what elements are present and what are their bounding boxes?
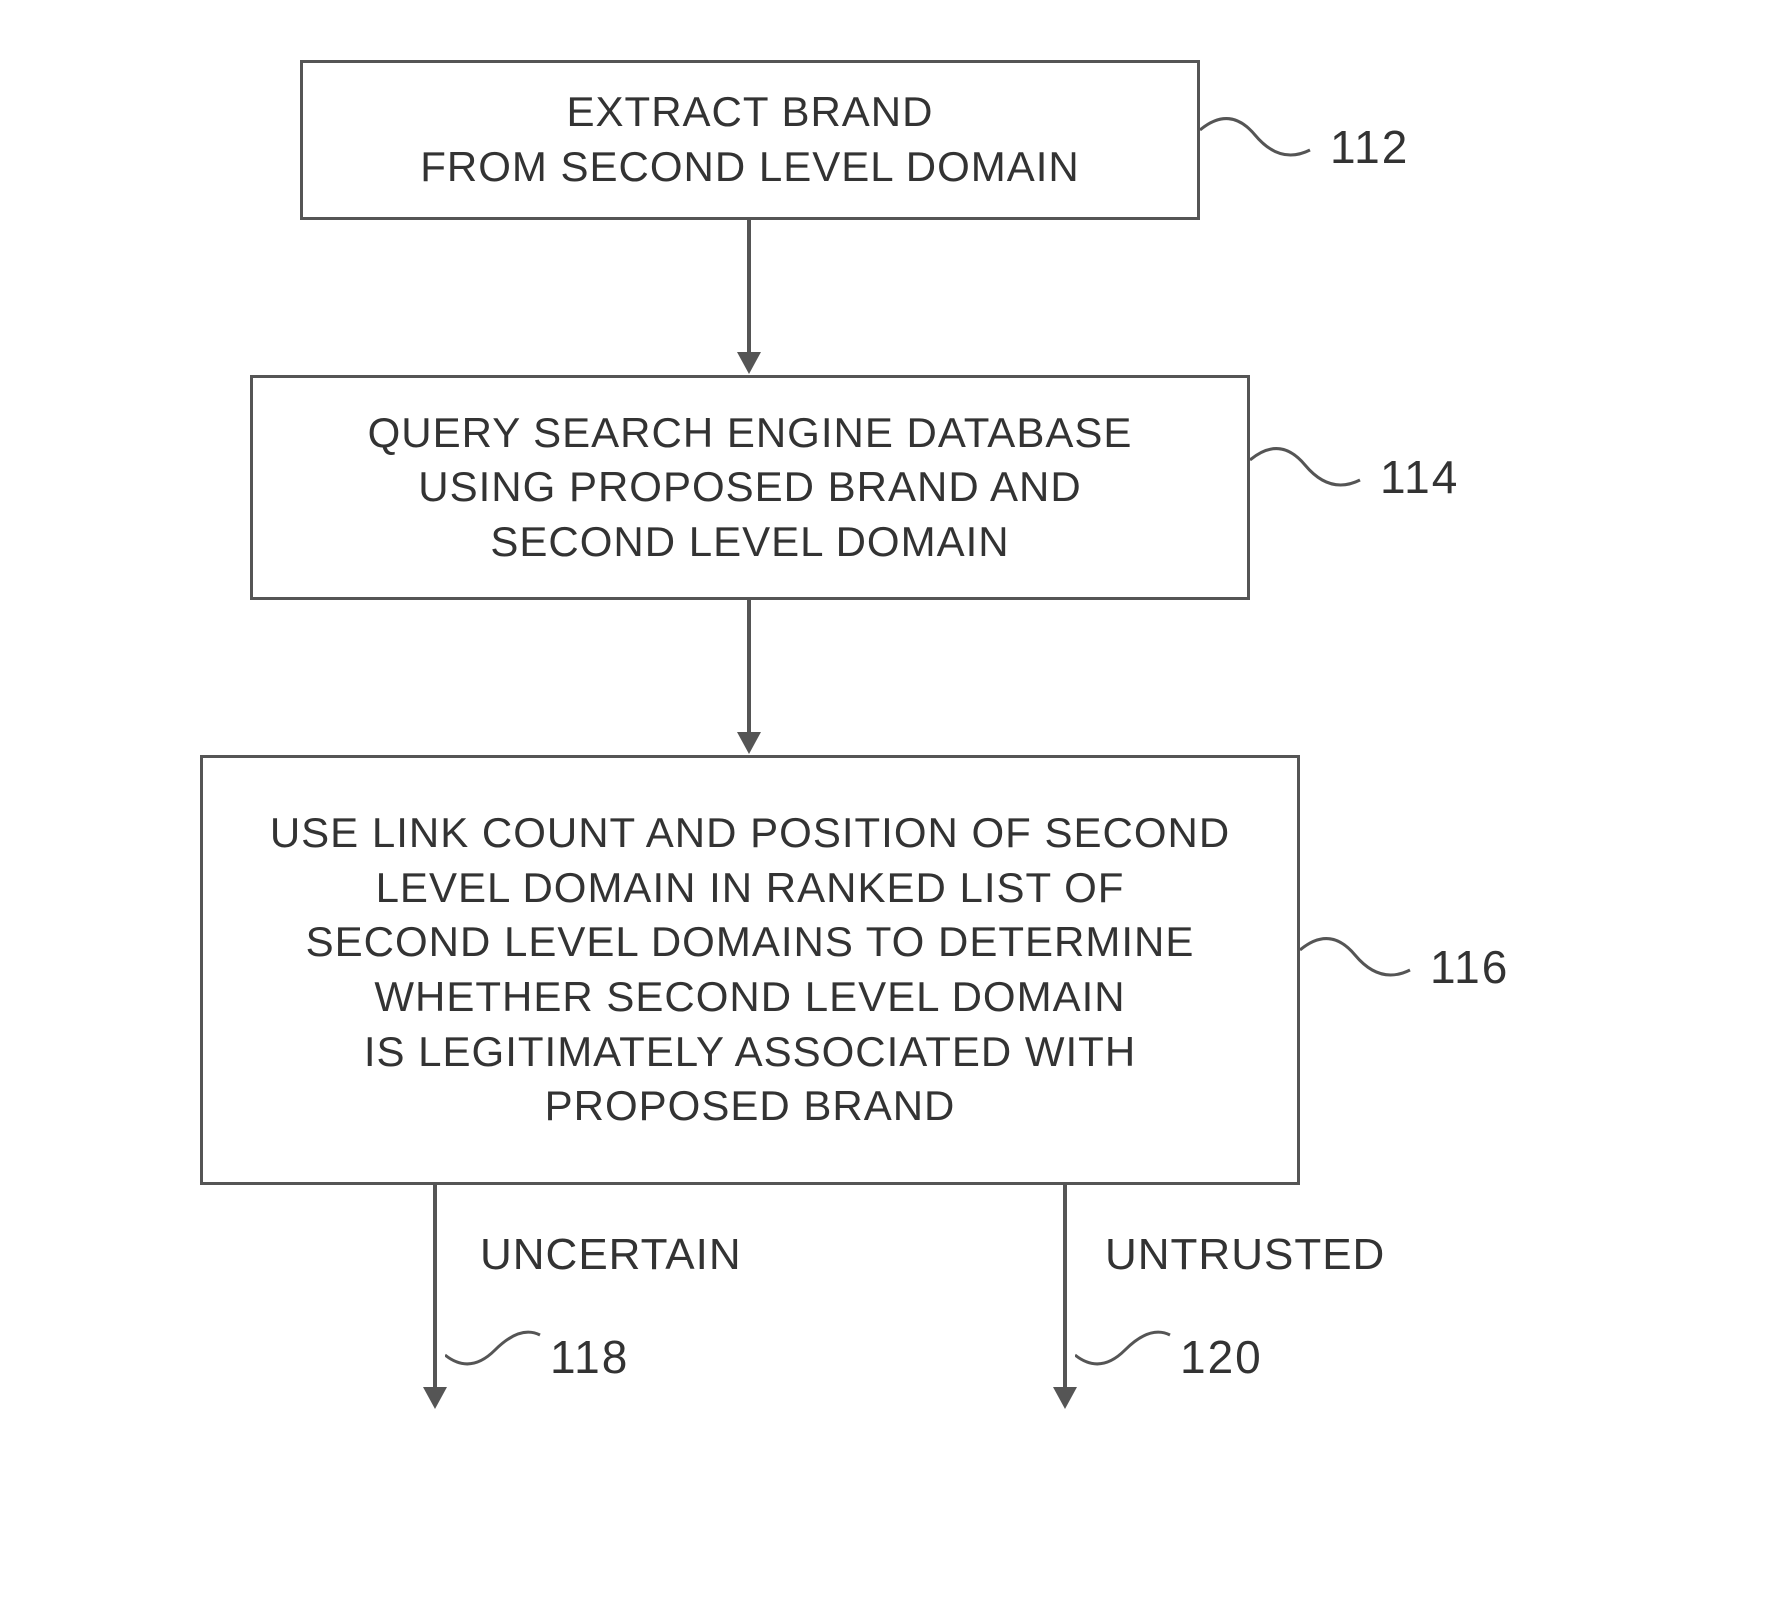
step-query-search-engine: QUERY SEARCH ENGINE DATABASEUSING PROPOS… [250,375,1250,600]
step-text: QUERY SEARCH ENGINE DATABASEUSING PROPOS… [368,406,1133,570]
arrow-shaft [433,1185,437,1390]
step-extract-brand: EXTRACT BRANDFROM SECOND LEVEL DOMAIN [300,60,1200,220]
leader-line-icon [1250,440,1370,510]
arrow-head-icon [423,1387,447,1409]
ref-number-114: 114 [1380,450,1459,504]
step-text: USE LINK COUNT AND POSITION OF SECONDLEV… [270,806,1230,1134]
leader-line-icon [1075,1320,1175,1380]
output-untrusted-label: UNTRUSTED [1105,1230,1385,1280]
step-text: EXTRACT BRANDFROM SECOND LEVEL DOMAIN [420,85,1080,194]
ref-number-112: 112 [1330,120,1409,174]
ref-number-116: 116 [1430,940,1509,994]
output-uncertain-label: UNCERTAIN [480,1230,742,1280]
arrow-shaft [1063,1185,1067,1390]
step-use-link-count: USE LINK COUNT AND POSITION OF SECONDLEV… [200,755,1300,1185]
ref-number-118: 118 [550,1330,629,1384]
arrow-shaft [747,600,751,735]
arrow-head-icon [737,352,761,374]
leader-line-icon [445,1320,545,1380]
arrow-shaft [747,220,751,355]
ref-number-120: 120 [1180,1330,1263,1384]
arrow-head-icon [1053,1387,1077,1409]
flowchart-container: EXTRACT BRANDFROM SECOND LEVEL DOMAIN 11… [40,40,1740,1570]
leader-line-icon [1200,110,1320,180]
leader-line-icon [1300,930,1420,1000]
arrow-head-icon [737,732,761,754]
